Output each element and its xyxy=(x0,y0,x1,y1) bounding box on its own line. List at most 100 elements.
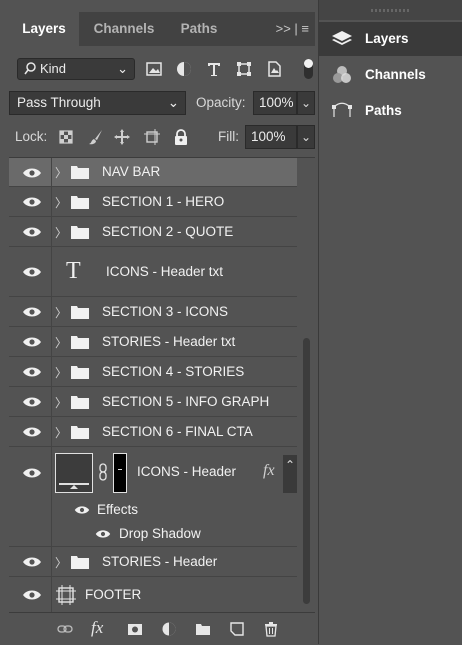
expand-chevron-icon[interactable]: 〉 xyxy=(55,424,67,441)
filter-toggle-switch[interactable] xyxy=(304,59,313,79)
chain-link-icon[interactable] xyxy=(98,463,108,481)
eye-column-divider xyxy=(51,297,52,326)
tab-channels[interactable]: Channels xyxy=(79,12,169,46)
layers-scrollbar[interactable] xyxy=(299,158,313,613)
layer-row-section-2-quote[interactable]: 〉 SECTION 2 - QUOTE xyxy=(9,217,297,247)
opacity-dropdown-button[interactable]: ⌄ xyxy=(297,91,315,115)
dock-item-layers[interactable]: Layers xyxy=(319,22,462,56)
layer-row-icons-header-txt[interactable]: T ICONS - Header txt xyxy=(9,247,297,297)
layers-bottom-toolbar: fx xyxy=(9,612,315,645)
layer-name: SECTION 1 - HERO xyxy=(102,194,225,209)
layer-row-section-3-icons[interactable]: 〉 SECTION 3 - ICONS xyxy=(9,297,297,327)
drop-shadow-label: Drop Shadow xyxy=(119,526,201,541)
blend-mode-select[interactable]: Pass Through ⌄ xyxy=(9,91,186,115)
new-layer-icon[interactable] xyxy=(229,621,245,637)
fx-icon[interactable]: fx xyxy=(91,618,103,638)
layer-row-nav-bar[interactable]: 〉 NAV BAR xyxy=(9,158,297,187)
adjustment-filter-icon[interactable] xyxy=(175,60,193,78)
smart-object-filter-icon[interactable] xyxy=(265,60,283,78)
lock-all-icon[interactable] xyxy=(172,128,190,146)
fill-label: Fill: xyxy=(218,129,239,144)
expand-chevron-icon[interactable]: 〉 xyxy=(55,554,67,571)
layer-row-section-5-info-graph[interactable]: 〉 SECTION 5 - INFO GRAPH xyxy=(9,387,297,417)
eye-column-divider xyxy=(51,357,52,386)
eye-column-divider xyxy=(51,417,52,446)
layer-mask-thumbnail[interactable] xyxy=(113,453,127,493)
link-icon[interactable] xyxy=(57,621,73,637)
layer-name: ICONS - Header txt xyxy=(106,264,224,279)
tab-layers[interactable]: Layers xyxy=(9,12,79,46)
layer-row-effects[interactable]: Effects xyxy=(9,499,297,523)
expand-chevron-icon[interactable]: 〉 xyxy=(55,224,67,241)
collapsed-panel-dock: Layers Channels Paths xyxy=(318,0,462,644)
adjustment-icon[interactable] xyxy=(161,621,177,637)
visibility-eye-icon[interactable] xyxy=(22,588,42,602)
lock-position-move-icon[interactable] xyxy=(113,128,131,146)
layer-row-section-1-hero[interactable]: 〉 SECTION 1 - HERO xyxy=(9,187,297,217)
layer-row-footer[interactable]: FOOTER xyxy=(9,577,297,613)
visibility-eye-icon[interactable] xyxy=(22,365,42,379)
tab-paths[interactable]: Paths xyxy=(169,12,229,46)
visibility-eye-icon[interactable] xyxy=(22,305,42,319)
visibility-eye-icon[interactable] xyxy=(22,425,42,439)
panel-menu-button[interactable]: >> | ≡ xyxy=(276,12,309,46)
mask-icon[interactable] xyxy=(127,621,143,637)
visibility-eye-icon[interactable] xyxy=(22,555,42,569)
visibility-eye-icon[interactable] xyxy=(22,225,42,239)
eye-column-divider xyxy=(51,158,52,186)
expand-chevron-icon[interactable]: 〉 xyxy=(55,364,67,381)
expand-chevron-icon[interactable]: 〉 xyxy=(55,394,67,411)
drop-shadow-visibility-eye-icon[interactable] xyxy=(95,528,111,540)
layer-name: STORIES - Header txt xyxy=(102,334,236,349)
scrollbar-thumb[interactable] xyxy=(303,338,310,604)
layer-filter-row: Kind ⌄ xyxy=(9,56,315,84)
dock-grip-handle[interactable] xyxy=(371,9,411,12)
opacity-field[interactable]: 100% xyxy=(253,91,297,115)
visibility-eye-icon[interactable] xyxy=(22,466,42,480)
text-layer-icon: T xyxy=(66,258,81,284)
shape-filter-icon[interactable] xyxy=(235,60,253,78)
visibility-eye-icon[interactable] xyxy=(22,265,42,279)
kind-filter-select[interactable]: Kind ⌄ xyxy=(17,58,135,80)
effects-visibility-eye-icon[interactable] xyxy=(74,504,90,516)
layer-row-drop-shadow[interactable]: Drop Shadow xyxy=(9,523,297,547)
dock-item-channels[interactable]: Channels xyxy=(319,58,462,92)
layer-row-icons-header[interactable]: ICONS - Header fx ⌃ xyxy=(9,447,297,499)
layers-list: 〉 NAV BAR 〉 SECTION 1 - HERO 〉 SECTION 2… xyxy=(9,157,315,613)
folder-icon xyxy=(71,426,89,439)
eye-column-divider xyxy=(51,499,52,523)
eye-column-divider xyxy=(51,523,52,546)
visibility-eye-icon[interactable] xyxy=(22,166,42,180)
lock-fill-row: Lock: Fill: 100% ⌄ xyxy=(9,124,315,150)
lock-pixels-brush-icon[interactable] xyxy=(87,128,105,146)
expand-chevron-icon[interactable]: 〉 xyxy=(55,304,67,321)
dock-label-channels: Channels xyxy=(365,67,426,82)
expand-chevron-icon[interactable]: 〉 xyxy=(55,334,67,351)
dock-item-paths[interactable]: Paths xyxy=(319,94,462,128)
layer-name: SECTION 4 - STORIES xyxy=(102,364,245,379)
visibility-eye-icon[interactable] xyxy=(22,335,42,349)
lock-artboard-icon[interactable] xyxy=(143,128,161,146)
new-group-icon[interactable] xyxy=(195,621,211,637)
layer-row-section-6-final-cta[interactable]: 〉 SECTION 6 - FINAL CTA xyxy=(9,417,297,447)
expand-chevron-icon[interactable]: 〉 xyxy=(55,194,67,211)
layers-icon xyxy=(332,31,352,45)
trash-icon[interactable] xyxy=(263,621,279,637)
visibility-eye-icon[interactable] xyxy=(22,195,42,209)
layer-row-section-4-stories[interactable]: 〉 SECTION 4 - STORIES xyxy=(9,357,297,387)
fx-indicator[interactable]: fx xyxy=(263,462,275,480)
type-filter-icon[interactable] xyxy=(205,60,223,78)
collapse-effects-chevron-icon[interactable]: ⌃ xyxy=(283,455,297,493)
expand-chevron-icon[interactable]: 〉 xyxy=(55,164,67,181)
pixel-filter-icon[interactable] xyxy=(145,60,163,78)
layer-row-stories-header-txt[interactable]: 〉 STORIES - Header txt xyxy=(9,327,297,357)
lock-transparency-icon[interactable] xyxy=(57,128,75,146)
layer-row-stories-header[interactable]: 〉 STORIES - Header xyxy=(9,547,297,577)
fill-field[interactable]: 100% xyxy=(245,125,297,149)
layer-thumbnail[interactable] xyxy=(55,453,93,493)
folder-icon xyxy=(71,306,89,319)
artboard-icon xyxy=(56,585,76,605)
visibility-eye-icon[interactable] xyxy=(22,395,42,409)
fill-dropdown-button[interactable]: ⌄ xyxy=(297,125,315,149)
dock-header[interactable] xyxy=(319,0,462,20)
